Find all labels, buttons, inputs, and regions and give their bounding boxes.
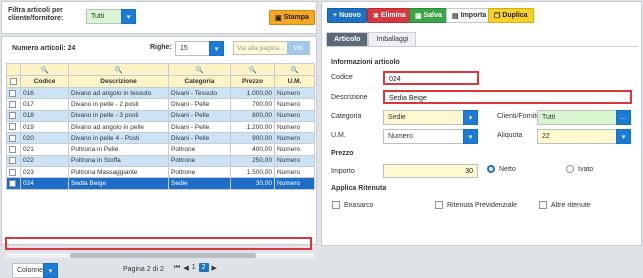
article-count: Numero articoli: 24 <box>12 45 76 52</box>
close-icon: ✖ <box>373 12 379 20</box>
column-header-price[interactable]: Prezzo <box>230 75 275 88</box>
row-checkbox[interactable] <box>6 132 21 145</box>
chevron-down-icon[interactable]: ▾ <box>616 129 631 144</box>
column-header-category[interactable]: Categoria <box>168 75 231 88</box>
tab-articolo[interactable]: Articolo <box>326 32 369 46</box>
chevron-down-icon[interactable]: ▾ <box>121 9 136 24</box>
row-checkbox[interactable] <box>6 86 21 100</box>
code-field[interactable]: 024 <box>383 71 479 85</box>
selected-row-highlight <box>5 237 312 250</box>
table-row-selected[interactable]: 024 Sedia Beige Sedie 30,00 Numero <box>6 177 315 190</box>
filter-row: 🔍 🔍 🔍 🔍 🔍 <box>6 63 315 76</box>
table-row[interactable]: 023 Poltrona Massaggiante Poltrone 1.500… <box>6 166 315 179</box>
duplicate-button[interactable]: ❐ Duplica <box>488 8 534 23</box>
print-icon: ▣ <box>275 14 282 22</box>
filter-bar: Filtra articoli per cliente/fornitore: T… <box>1 1 317 34</box>
table-row[interactable]: 019 Divano ad angolo in pelle Divani - P… <box>6 120 315 134</box>
row-checkbox[interactable] <box>6 120 21 134</box>
save-icon: ▣ <box>415 12 422 20</box>
description-field[interactable]: Sedia Beige <box>383 90 632 104</box>
vat-label: Aliquota <box>497 132 523 139</box>
import-button[interactable]: ▤ Importa <box>446 8 493 23</box>
search-icon[interactable]: 🔍 <box>274 63 315 76</box>
select-all-checkbox[interactable] <box>6 75 21 88</box>
header-row: Codice Descrizione Categoria Prezzo U.M. <box>6 75 315 88</box>
tab-divider <box>326 46 638 47</box>
client-filter-select[interactable]: Tutti ▾ <box>86 9 136 24</box>
vat-included-radio[interactable]: Ivato <box>566 165 593 173</box>
table-row[interactable]: 022 Poltrona in Stoffa Poltrone 250,00 N… <box>6 154 315 168</box>
column-header-code[interactable]: Codice <box>20 75 69 88</box>
chevron-down-icon[interactable]: ▾ <box>463 110 478 125</box>
table-row[interactable]: 021 Poltrona in Pelle Poltrone 400,00 Nu… <box>6 143 315 156</box>
client-filter-value: Tutti <box>91 13 105 20</box>
enasarco-checkbox[interactable]: Enasarco <box>332 201 374 209</box>
detail-tabs: Articolo Imballaggi <box>326 32 417 46</box>
delete-button[interactable]: ✖ Elimina <box>367 8 412 23</box>
code-label: Codice <box>331 74 353 81</box>
rows-label: Righe: <box>150 44 172 51</box>
page-info: Pagina 2 di 2 <box>123 266 164 273</box>
category-select[interactable]: Sedie ▾ <box>383 110 478 125</box>
filter-label: Filtra articoli per cliente/fornitore: <box>8 7 64 22</box>
search-icon[interactable]: 🔍 <box>168 63 231 76</box>
article-detail-panel: + Nuovo ✖ Elimina ▣ Salva ▤ Importa ❐ Duplica… <box>321 1 642 246</box>
columns-button[interactable]: Colonne ▾ <box>12 263 58 278</box>
print-button[interactable]: ▣ Stampa <box>269 10 315 25</box>
prev-page-icon[interactable]: ◀ <box>183 264 188 272</box>
plus-icon: + <box>333 12 338 19</box>
net-radio[interactable]: Netto <box>487 165 516 173</box>
search-icon[interactable]: 🔍 <box>20 63 69 76</box>
column-header-um[interactable]: U.M. <box>274 75 315 88</box>
search-icon[interactable]: 🔍 <box>68 63 169 76</box>
current-page[interactable]: 2 <box>198 263 209 272</box>
rows-per-page-select[interactable]: 15 ▾ <box>175 41 224 56</box>
um-label: U.M. <box>331 132 346 139</box>
row-checkbox[interactable] <box>6 109 21 122</box>
amount-field[interactable]: 30 <box>383 164 478 178</box>
section-title-info: Informazioni articolo <box>331 59 400 66</box>
radio-unchecked-icon <box>566 165 574 173</box>
more-icon[interactable]: … <box>616 110 631 125</box>
category-label: Categoria <box>331 113 362 120</box>
row-checkbox[interactable] <box>6 154 21 168</box>
row-checkbox[interactable] <box>6 143 21 156</box>
horizontal-scrollbar-thumb[interactable] <box>70 253 256 258</box>
goto-page-input[interactable]: Vai alla pagina... Vai <box>233 41 310 55</box>
import-icon: ▤ <box>452 12 459 20</box>
table-row[interactable]: 020 Divano in pelle 4 - Posti Divani - P… <box>6 132 315 145</box>
articles-table: 🔍 🔍 🔍 🔍 🔍 Codice Descrizione Categoria P… <box>6 63 315 190</box>
welfare-withholding-checkbox[interactable]: Ritenuta Previdenziale <box>435 201 517 209</box>
row-checkbox[interactable] <box>6 98 21 111</box>
page-link[interactable]: 1 <box>192 264 196 271</box>
new-button[interactable]: + Nuovo <box>327 8 367 23</box>
articles-list-panel: Numero articoli: 24 Righe: 15 ▾ Vai alla… <box>1 36 317 278</box>
clients-select[interactable]: Tutti … <box>537 110 631 125</box>
amount-label: Importo <box>331 168 355 175</box>
save-button[interactable]: ▣ Salva <box>409 8 448 23</box>
other-withholding-checkbox[interactable]: Altre ritenute <box>539 201 591 209</box>
vat-select[interactable]: 22 ▾ <box>537 129 631 144</box>
chevron-down-icon[interactable]: ▾ <box>43 263 58 278</box>
copy-icon: ❐ <box>494 12 501 20</box>
description-label: Descrizione <box>331 94 368 101</box>
goto-page-button[interactable]: Vai <box>287 41 309 55</box>
tab-imballaggi[interactable]: Imballaggi <box>368 32 417 46</box>
first-page-icon[interactable]: ⏮ <box>174 264 180 272</box>
table-row[interactable]: 016 Divano ad angolo in tessuto Divani -… <box>6 86 315 100</box>
um-select[interactable]: Numero ▾ <box>383 129 478 144</box>
next-page-icon[interactable]: ▶ <box>212 264 217 272</box>
radio-checked-icon <box>487 165 495 173</box>
section-title-price: Prezzo <box>331 150 354 157</box>
row-checkbox[interactable] <box>6 166 21 179</box>
table-row[interactable]: 017 Divano in pelle - 2 posti Divani - P… <box>6 98 315 111</box>
section-title-withholding: Applica Ritenuta <box>331 185 387 192</box>
chevron-down-icon[interactable]: ▾ <box>209 41 224 56</box>
table-row[interactable]: 018 Divano in pelle - 3 posti Divani - P… <box>6 109 315 122</box>
chevron-down-icon[interactable]: ▾ <box>463 129 478 144</box>
search-icon[interactable]: 🔍 <box>230 63 275 76</box>
row-checkbox[interactable] <box>6 177 21 190</box>
column-header-description[interactable]: Descrizione <box>68 75 169 88</box>
pagination: ⏮ ◀ 1 2 ▶ <box>174 263 217 272</box>
